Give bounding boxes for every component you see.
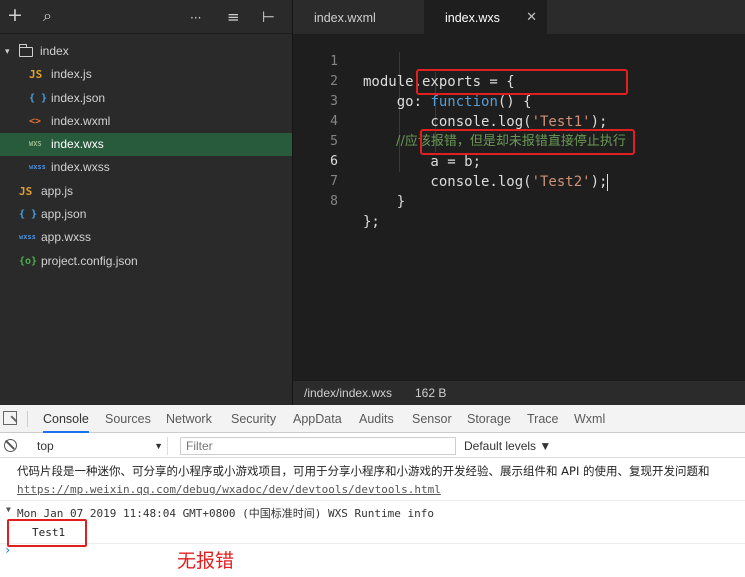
json-file-icon: { } (19, 209, 38, 221)
highlight-box-output (7, 519, 87, 547)
tab-audits[interactable]: Audits (359, 405, 394, 433)
line-text: }; (363, 214, 380, 230)
file-label: index.js (51, 67, 92, 82)
chevron-down-icon[interactable]: ▾ (5, 40, 10, 63)
tree-item-index-wxs[interactable]: WXS index.wxs (0, 133, 292, 157)
code-area[interactable]: 1 module.exports = { 2 go: function() { … (293, 32, 745, 230)
file-label: index.json (51, 90, 106, 105)
file-label: index.wxss (51, 160, 110, 175)
tab-index-wxs[interactable]: index.wxs ✕ (424, 0, 547, 34)
code-line: 7 } (293, 152, 745, 210)
file-label: app.wxss (41, 230, 92, 245)
file-label: project.config.json (41, 253, 138, 268)
chevron-down-icon: ▼ (154, 441, 163, 451)
tab-trace[interactable]: Trace (527, 405, 559, 433)
log-levels-dropdown[interactable]: Default levels ▼ (464, 437, 551, 455)
devtools-panel: Console Sources Network Security AppData… (0, 405, 745, 577)
file-explorer: + ⌕ ··· ≡ ⊢ ▾ index JS index.js { } inde… (0, 0, 292, 405)
file-label: app.js (41, 183, 74, 198)
tab-appdata[interactable]: AppData (293, 405, 342, 433)
wxs-file-icon: WXS (29, 140, 42, 149)
tree-item-index-json[interactable]: { } index.json (0, 87, 292, 110)
tree-item-app-json[interactable]: { } app.json (0, 203, 292, 226)
file-label: app.json (41, 207, 87, 222)
divider (27, 411, 28, 427)
js-file-icon: JS (29, 68, 43, 82)
close-icon[interactable]: ✕ (526, 0, 537, 36)
tab-sources[interactable]: Sources (105, 405, 151, 433)
file-label: index.wxs (51, 137, 104, 152)
line-number: 8 (330, 194, 338, 209)
tree-item-app-wxss[interactable]: wxss app.wxss (0, 226, 292, 249)
json-file-icon: { } (29, 92, 48, 104)
wxss-file-icon: wxss (19, 233, 36, 242)
filter-input[interactable] (180, 437, 456, 455)
devtools-tabbar: Console Sources Network Security AppData… (0, 405, 745, 433)
config-file-icon: {o} (19, 255, 38, 267)
js-file-icon: JS (19, 184, 33, 198)
sort-icon[interactable]: ≡ (227, 8, 240, 26)
inspect-icon[interactable] (3, 411, 17, 425)
tab-network[interactable]: Network (166, 405, 212, 433)
editor-tabbar: index.wxml index.wxs ✕ (293, 0, 745, 34)
line-text: } (363, 194, 406, 210)
console-filterbar: top ▼ Default levels ▼ (0, 434, 745, 458)
tab-label: index.wxml (314, 11, 376, 25)
file-size: 162 B (415, 386, 447, 400)
file-path: /index/index.wxs (304, 386, 393, 400)
code-line: 4 //应该报错，但是却未报错直接停止执行 (293, 92, 745, 149)
tree-folder-index[interactable]: ▾ index (0, 40, 292, 63)
file-tree: ▾ index JS index.js { } index.json <> in… (0, 40, 292, 273)
tree-item-app-js[interactable]: JS app.js (0, 180, 292, 203)
tab-wxml[interactable]: Wxml (574, 405, 605, 433)
context-select[interactable]: top ▼ (31, 437, 168, 455)
console-group-header[interactable]: Mon Jan 07 2019 11:48:04 GMT+0800 (中国标准时… (17, 505, 745, 521)
divider (0, 500, 745, 501)
collapse-icon[interactable]: ⊢ (262, 8, 275, 26)
tab-storage[interactable]: Storage (467, 405, 511, 433)
highlight-box-test2 (420, 129, 635, 155)
tab-security[interactable]: Security (231, 405, 276, 433)
file-label: index.wxml (51, 113, 111, 128)
code-line: 1 module.exports = { (293, 32, 745, 90)
console-message: 代码片段是一种迷你、可分享的小程序或小游戏项目，可用于分享小程序和小游戏的开发经… (17, 464, 710, 478)
tab-console[interactable]: Console (43, 405, 89, 433)
explorer-toolbar: + ⌕ ··· ≡ ⊢ (0, 0, 292, 34)
wxml-file-icon: <> (29, 115, 42, 127)
editor-statusbar: /index/index.wxs 162 B (293, 380, 745, 405)
tree-item-index-wxml[interactable]: <> index.wxml (0, 110, 292, 133)
folder-label: index (40, 44, 69, 58)
clear-console-icon[interactable] (4, 439, 17, 452)
chevron-down-icon[interactable]: ▼ (6, 505, 11, 514)
code-line: 8 }; (293, 172, 745, 230)
code-editor: index.wxml index.wxs ✕ 1 module.exports … (292, 0, 745, 405)
divider (0, 543, 745, 544)
wxss-file-icon: wxss (29, 163, 46, 172)
tree-item-project-config[interactable]: {o} project.config.json (0, 250, 292, 273)
console-link[interactable]: https://mp.weixin.qq.com/debug/wxadoc/de… (17, 483, 745, 496)
tree-item-index-js[interactable]: JS index.js (0, 63, 292, 86)
annotation-no-error: 无报错 (177, 550, 235, 572)
add-icon[interactable]: + (7, 6, 23, 25)
tab-sensor[interactable]: Sensor (412, 405, 452, 433)
highlight-box-test1 (416, 69, 628, 95)
tab-index-wxml[interactable]: index.wxml (293, 0, 424, 34)
console-log-entry: Test1 (32, 526, 66, 539)
more-icon[interactable]: ··· (190, 9, 201, 27)
context-value: top (37, 439, 54, 453)
tab-label: index.wxs (445, 11, 500, 25)
console-output: 代码片段是一种迷你、可分享的小程序或小游戏项目，可用于分享小程序和小游戏的开发经… (0, 459, 745, 577)
folder-icon (19, 44, 33, 57)
search-icon[interactable]: ⌕ (43, 7, 52, 25)
tree-item-index-wxss[interactable]: wxss index.wxss (0, 156, 292, 179)
